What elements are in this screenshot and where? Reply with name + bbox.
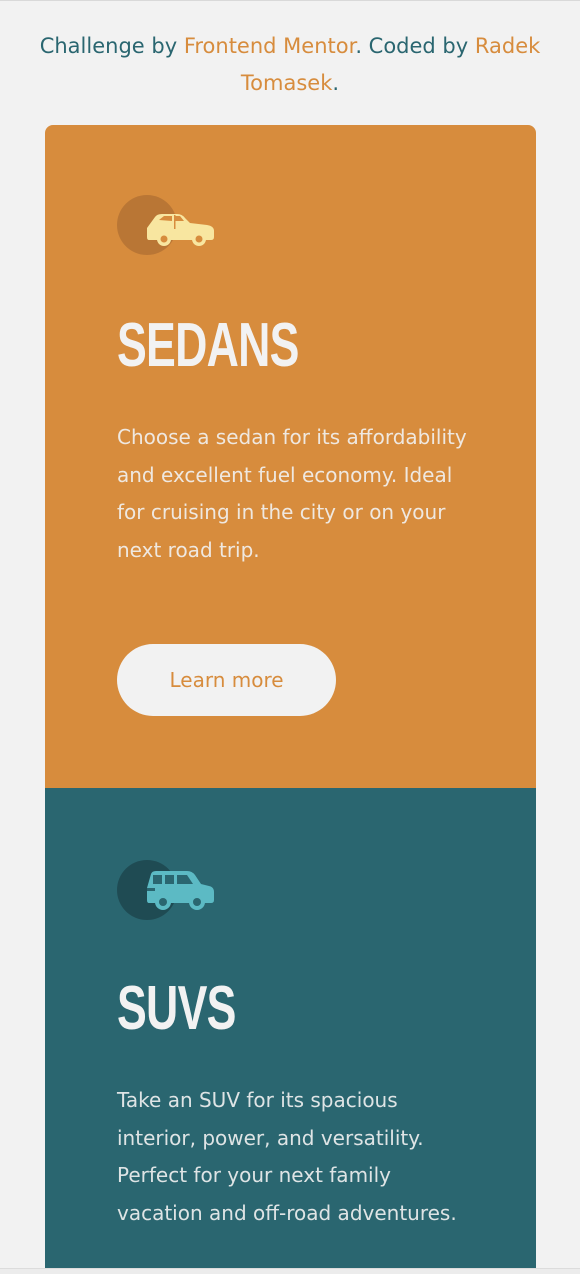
learn-more-button[interactable]: Learn more — [117, 644, 336, 716]
attribution-suffix: . — [332, 71, 340, 95]
sedan-car-icon — [117, 193, 217, 257]
top-divider — [0, 0, 580, 1]
frontend-mentor-link[interactable]: Frontend Mentor — [184, 34, 356, 58]
attribution-prefix: Challenge by — [39, 34, 184, 58]
attribution: Challenge by Frontend Mentor. Coded by R… — [20, 28, 560, 102]
bottom-divider — [0, 1268, 580, 1274]
card-description: Take an SUV for its spacious interior, p… — [117, 1088, 457, 1225]
card-title: SEDANS — [117, 311, 299, 380]
sedans-card: SEDANS Choose a sedan for its affordabil… — [45, 125, 536, 788]
attribution-middle: . Coded by — [355, 34, 475, 58]
suvs-card: SUVS Take an SUV for its spacious interi… — [45, 788, 536, 1268]
suv-car-icon — [117, 858, 217, 922]
card-title: SUVS — [117, 974, 236, 1043]
card-description: Choose a sedan for its affordability and… — [117, 425, 467, 562]
